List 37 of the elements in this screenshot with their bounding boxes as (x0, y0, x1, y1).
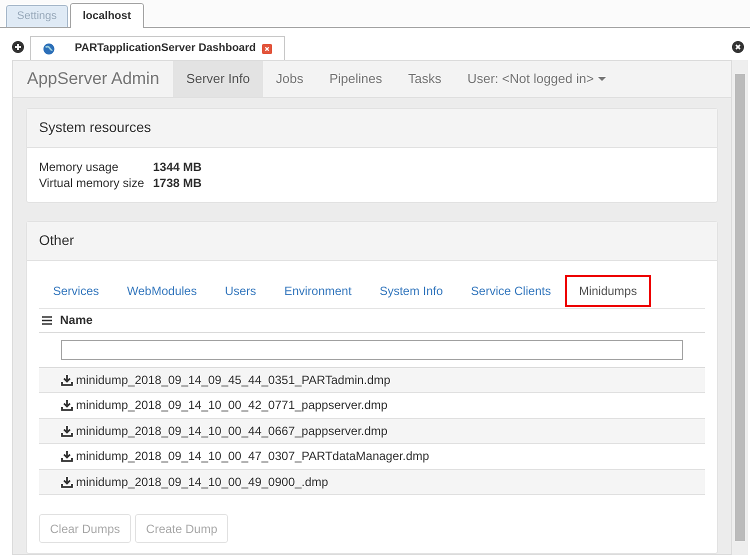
file-link[interactable]: minidump_2018_09_14_10_00_47_0307_PARTdataManager.dmp (76, 447, 430, 466)
resource-label: Virtual memory size (39, 174, 146, 190)
panel-tab[interactable]: Service Clients (456, 275, 565, 307)
panel-title: System resources (39, 118, 152, 134)
nav-item[interactable]: Jobs (262, 61, 316, 96)
add-icon[interactable] (12, 41, 24, 53)
globe-icon (43, 42, 55, 56)
download-icon (61, 424, 73, 437)
panel-tab[interactable]: WebModules (113, 275, 211, 307)
column-header[interactable]: Name (60, 311, 93, 329)
nav-item[interactable]: Pipelines (316, 61, 396, 96)
user-menu[interactable]: User: <Not logged in> (454, 61, 619, 96)
download-icon (61, 374, 73, 386)
nav-item[interactable]: Tasks (395, 61, 454, 96)
panel-tab[interactable]: Minidumps (564, 275, 651, 307)
panel-tab[interactable]: System Info (366, 275, 457, 307)
brand-title[interactable]: AppServer Admin (13, 61, 174, 96)
resource-value: 1738 MB (153, 174, 202, 190)
panel-title: Other (39, 232, 74, 248)
resource-value: 1344 MB (153, 158, 202, 174)
document-tab[interactable]: PARTapplicationServer Dashboard (30, 36, 285, 60)
tab-title: PARTapplicationServer Dashboard (74, 41, 256, 56)
panel-tab[interactable]: Users (210, 275, 270, 307)
scrollbar[interactable] (732, 60, 748, 555)
filter-field[interactable] (61, 340, 683, 360)
download-icon (61, 476, 73, 488)
file-link[interactable]: minidump_2018_09_14_10_00_42_0771_pappserver.dmp (76, 396, 388, 414)
panel-tab[interactable]: Services (39, 275, 114, 307)
close-icon[interactable] (732, 41, 744, 53)
download-icon (61, 450, 73, 462)
nav-item[interactable]: Server Info (173, 61, 263, 96)
panel-tab[interactable]: Environment (270, 275, 366, 307)
download-icon (61, 399, 73, 412)
resource-label: Memory usage (39, 158, 120, 174)
menu-icon[interactable] (42, 316, 52, 324)
caret-icon (598, 76, 606, 81)
window-tab[interactable]: localhost (70, 3, 144, 28)
